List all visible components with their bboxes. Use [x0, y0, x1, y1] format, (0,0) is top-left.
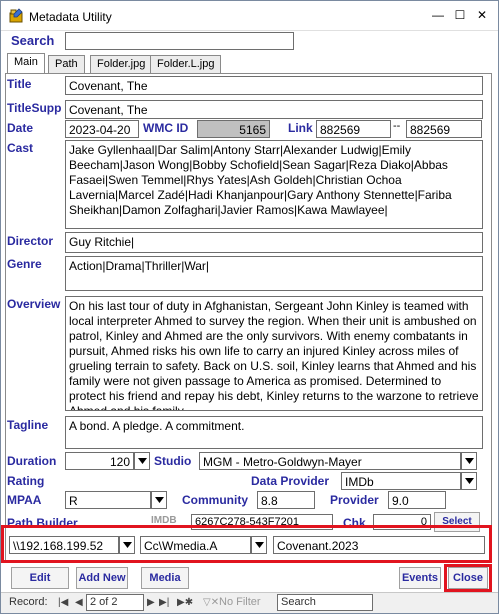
- events-button[interactable]: Events: [399, 567, 441, 589]
- edit-record-button[interactable]: Edit Record: [11, 567, 69, 604]
- director-field[interactable]: Guy Ritchie|: [65, 232, 483, 253]
- metadata-utility-window: Metadata Utility — ☐ ✕ Search Main Path …: [0, 0, 499, 614]
- cast-label: Cast: [7, 141, 34, 155]
- titlesupp-field[interactable]: Covenant, The: [65, 100, 483, 119]
- search-label: Search: [11, 33, 55, 48]
- record-search-input[interactable]: Search: [277, 594, 373, 611]
- mpaa-dropdown-icon[interactable]: [151, 491, 167, 509]
- wmc-id-label: WMC ID: [143, 121, 189, 135]
- rating-label: Rating: [7, 474, 45, 488]
- studio-select[interactable]: MGM - Metro-Goldwyn-Mayer: [199, 452, 461, 470]
- search-input[interactable]: [65, 32, 294, 50]
- duration-select[interactable]: 120: [65, 452, 134, 470]
- director-label: Director: [7, 234, 54, 248]
- title-field[interactable]: Covenant, The: [65, 76, 483, 95]
- close-window-icon[interactable]: ✕: [472, 5, 492, 25]
- close-button[interactable]: Close: [448, 567, 488, 589]
- data-provider-dropdown-icon[interactable]: [461, 472, 477, 490]
- data-provider-select[interactable]: IMDb: [341, 472, 461, 490]
- window-title: Metadata Utility: [29, 10, 112, 24]
- provider-label: Provider: [330, 493, 379, 507]
- record-label: Record:: [9, 596, 48, 608]
- overview-field[interactable]: On his last tour of duty in Afghanistan,…: [65, 296, 483, 411]
- link-field-1[interactable]: 882569: [316, 120, 391, 138]
- mpaa-select[interactable]: R: [65, 491, 151, 509]
- tagline-label: Tagline: [7, 418, 49, 432]
- mpaa-label: MPAA: [7, 493, 42, 507]
- next-record-icon[interactable]: ▶: [147, 597, 155, 608]
- no-filter-icon: ▽✕: [203, 597, 220, 608]
- provider-field[interactable]: 9.0: [388, 491, 446, 509]
- new-record-icon[interactable]: ▶✱: [177, 597, 193, 608]
- title-label: Title: [7, 77, 32, 91]
- maximize-icon[interactable]: ☐: [450, 5, 470, 25]
- first-record-icon[interactable]: |◀: [58, 597, 68, 608]
- overview-label: Overview: [7, 297, 61, 311]
- genre-field[interactable]: Action|Drama|Thriller|War|: [65, 256, 483, 291]
- titlesupp-label: TitleSupp: [7, 101, 62, 115]
- app-icon: [8, 8, 24, 24]
- tab-folder-jpg[interactable]: Folder.jpg: [90, 55, 153, 73]
- media-button[interactable]: Media: [141, 567, 189, 589]
- tab-folder-l-jpg[interactable]: Folder.L.jpg: [150, 55, 222, 73]
- last-record-icon[interactable]: ▶|: [159, 597, 169, 608]
- add-new-button[interactable]: Add New: [76, 567, 128, 589]
- studio-label: Studio: [154, 454, 192, 468]
- no-filter-label[interactable]: No Filter: [219, 596, 261, 608]
- path-highlight-frame: [1, 525, 492, 563]
- wmc-id-field: 5165: [197, 120, 270, 138]
- community-label: Community: [182, 493, 248, 507]
- data-provider-label: Data Provider: [251, 474, 330, 488]
- link-field-2[interactable]: 882569: [406, 120, 482, 138]
- link-label: Link: [288, 121, 313, 135]
- studio-dropdown-icon[interactable]: [461, 452, 477, 470]
- minimize-icon[interactable]: —: [428, 5, 448, 25]
- tab-path[interactable]: Path: [48, 55, 85, 73]
- community-field[interactable]: 8.8: [257, 491, 315, 509]
- date-label: Date: [7, 121, 34, 135]
- previous-record-icon[interactable]: ◀: [75, 597, 83, 608]
- cast-field[interactable]: Jake Gyllenhaal|Dar Salim|Antony Starr|A…: [65, 140, 483, 229]
- record-counter[interactable]: 2 of 2: [86, 594, 144, 611]
- duration-label: Duration: [7, 454, 57, 468]
- link-separator: --: [393, 120, 401, 132]
- genre-label: Genre: [7, 257, 42, 271]
- record-navigation-bar: Record: |◀ ◀ 2 of 2 ▶ ▶| ▶✱ ▽✕ No Filter…: [1, 592, 498, 613]
- duration-dropdown-icon[interactable]: [134, 452, 150, 470]
- date-field[interactable]: 2023-04-20: [65, 120, 139, 138]
- window-controls: — ☐ ✕: [428, 5, 492, 25]
- tab-main[interactable]: Main: [7, 53, 45, 74]
- title-bar: Metadata Utility — ☐ ✕: [1, 1, 498, 31]
- tagline-field[interactable]: A bond. A pledge. A commitment.: [65, 416, 483, 449]
